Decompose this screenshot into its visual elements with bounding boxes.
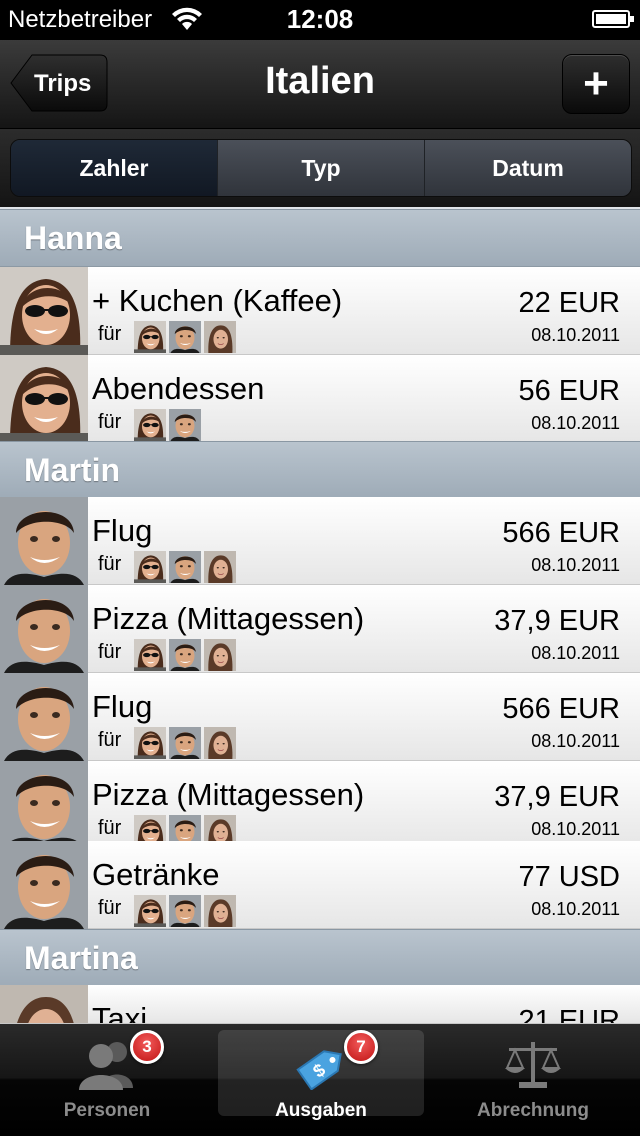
participant-avatar [169,727,201,759]
participant-avatar [204,639,236,671]
tab-label: Abrechnung [477,1100,589,1121]
tab-ausgaben[interactable]: $ 7 Ausgaben [218,1030,424,1121]
badge: 3 [130,1030,164,1064]
sort-toolbar: Zahler Typ Datum [0,129,640,207]
tab-abrechnung[interactable]: Abrechnung [430,1030,636,1121]
clock: 12:08 [286,4,354,34]
participant-avatar [134,727,166,759]
battery-icon [592,10,634,28]
expense-date: 08.10.2011 [531,413,620,433]
avatar [0,841,88,929]
people-icon [79,1042,133,1090]
expense-row[interactable]: Pizza (Mittagessen) für 37,9 EUR 08.10.2… [0,585,640,673]
sort-segmented-control: Zahler Typ Datum [10,139,632,197]
expense-amount: 566 EUR [502,517,620,549]
segment-zahler[interactable]: Zahler [11,140,217,196]
status-bar: Netzbetreiber 12:08 [0,0,640,40]
for-label: für [98,641,122,663]
section-title: Martina [24,940,138,976]
tab-personen[interactable]: 3 Personen [4,1030,210,1121]
expense-row[interactable]: Taxi 21 EUR [0,985,640,1024]
tab-bar: 3 Personen $ 7 Ausgaben Abrechnung [0,1024,640,1136]
participant-avatar [169,639,201,671]
expense-amount: 566 EUR [502,693,620,725]
participants [134,551,236,583]
expense-row[interactable]: Pizza (Mittagessen) für 37,9 EUR 08.10.2… [0,761,640,849]
for-label: für [98,897,122,919]
participants [134,639,236,671]
scale-icon [505,1042,561,1088]
expense-date: 08.10.2011 [531,819,620,839]
for-label: für [98,553,122,575]
expense-row[interactable]: Flug für 566 EUR 08.10.2011 [0,497,640,585]
avatar [0,497,88,585]
for-label: für [98,323,122,345]
section-title: Martin [24,452,120,488]
expense-row[interactable]: Flug für 566 EUR 08.10.2011 [0,673,640,761]
badge: 7 [344,1030,378,1064]
participant-avatar [204,551,236,583]
expense-title: + Kuchen (Kaffee) [92,283,343,318]
participant-avatar [134,409,166,441]
participant-avatar [169,895,201,927]
participants [134,727,236,759]
expense-title: Flug [92,513,153,548]
participant-avatar [204,727,236,759]
section-header-martina: Martina [0,929,640,987]
expense-title: Flug [92,689,153,724]
avatar [0,761,88,849]
expense-title: Pizza (Mittagessen) [92,777,365,812]
section-title: Hanna [24,220,122,256]
section-header-hanna: Hanna [0,209,640,267]
price-tag-icon: $ [296,1050,342,1090]
participant-avatar [134,551,166,583]
expense-title: Abendessen [92,371,265,406]
expense-row[interactable]: + Kuchen (Kaffee) für 22 EUR 08.10.2011 [0,267,640,355]
expense-title: Taxi [92,1001,148,1024]
expense-title: Pizza (Mittagessen) [92,601,365,636]
expense-date: 08.10.2011 [531,899,620,919]
expense-amount: 37,9 EUR [494,781,620,813]
expense-title: Getränke [92,857,220,892]
participant-avatar [134,639,166,671]
navigation-bar: Trips Italien + [0,40,640,129]
segment-typ[interactable]: Typ [217,140,424,196]
avatar [0,355,88,443]
participants [134,895,236,927]
expense-amount: 37,9 EUR [494,605,620,637]
expense-amount: 56 EUR [518,375,620,407]
participant-avatar [169,321,201,353]
participant-avatar [204,895,236,927]
for-label: für [98,729,122,751]
expense-date: 08.10.2011 [531,643,620,663]
tab-label: Personen [63,1100,151,1121]
for-label: für [98,411,122,433]
expense-date: 08.10.2011 [531,325,620,345]
participant-avatar [204,321,236,353]
expense-amount: 22 EUR [518,287,620,319]
expense-row[interactable]: Abendessen für 56 EUR 08.10.2011 [0,355,640,443]
participant-avatar [169,409,201,441]
avatar [0,673,88,761]
for-label: für [98,817,122,839]
participants [134,409,201,441]
avatar [0,585,88,673]
tab-label: Ausgaben [275,1100,367,1121]
section-header-martin: Martin [0,441,640,499]
participant-avatar [134,321,166,353]
segment-datum[interactable]: Datum [424,140,631,196]
page-title: Italien [265,60,375,102]
expense-amount: 77 USD [518,861,620,893]
expense-date: 08.10.2011 [531,731,620,751]
participant-avatar [134,895,166,927]
expense-date: 08.10.2011 [531,555,620,575]
add-button[interactable]: + [562,54,630,114]
expense-row[interactable]: Getränke für 77 USD 08.10.2011 [0,841,640,929]
avatar [0,985,88,1024]
participants [134,321,236,353]
avatar [0,267,88,355]
expense-amount: 21 EUR [518,1005,620,1024]
participant-avatar [169,551,201,583]
